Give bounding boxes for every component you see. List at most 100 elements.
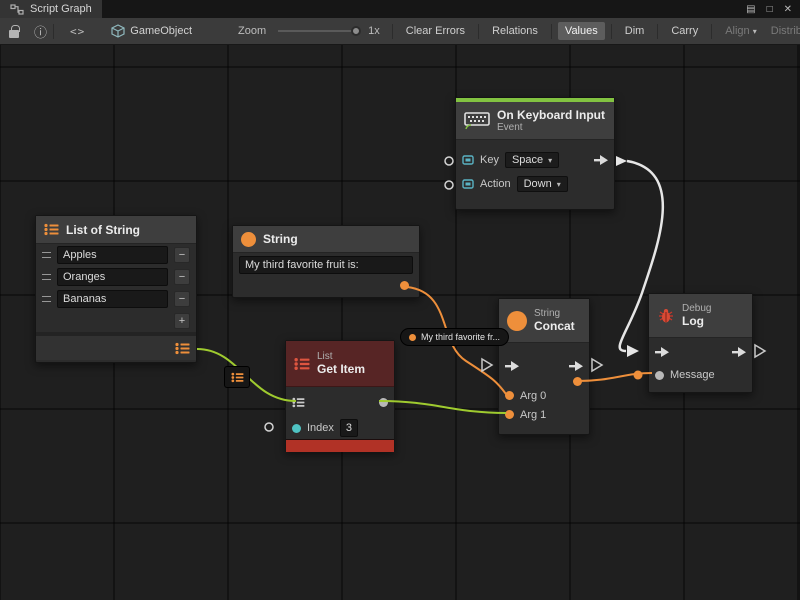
list-item-field[interactable]: Apples (57, 246, 168, 264)
gameobject-icon (111, 24, 125, 38)
remove-item-button[interactable]: − (174, 291, 190, 307)
action-value: Down (524, 178, 552, 190)
drag-handle-icon[interactable] (42, 252, 51, 258)
edit-code-icon[interactable]: <> (70, 25, 85, 38)
clear-errors-button[interactable]: Clear Errors (399, 22, 472, 40)
key-value: Space (512, 154, 543, 166)
result-output-port[interactable] (573, 377, 582, 386)
node-concat[interactable]: String Concat Arg 0 (498, 298, 590, 435)
message-input-port[interactable] (655, 371, 664, 380)
node-header[interactable]: String Concat (499, 299, 589, 343)
action-port-row: Action Down ▾ (456, 172, 614, 196)
bug-icon (657, 308, 675, 324)
string-output-port[interactable] (400, 281, 409, 290)
align-button[interactable]: Align ▾ (718, 22, 764, 40)
add-item-button[interactable]: + (174, 313, 190, 329)
node-on-keyboard-input[interactable]: On Keyboard Input Event Key Space ▾ (455, 97, 615, 210)
string-type-icon (241, 232, 256, 247)
string-value-field[interactable]: My third favorite fruit is: (239, 256, 413, 274)
zoom-label: Zoom (238, 25, 266, 37)
node-category: String (534, 308, 575, 319)
zoom-slider-knob[interactable] (351, 26, 361, 36)
node-debug-log[interactable]: Debug Log Message (648, 293, 753, 393)
window-menu-icon[interactable]: ▤ (746, 4, 755, 15)
index-row: Index 3 (286, 417, 394, 439)
list-output-port[interactable] (175, 342, 190, 355)
flow-out-port[interactable] (732, 347, 746, 357)
graph-canvas[interactable]: On Keyboard Input Event Key Space ▾ (0, 45, 800, 600)
string-output-row (233, 275, 419, 295)
string-type-icon (409, 334, 416, 341)
index-label: Index (307, 422, 334, 434)
node-header[interactable]: List of String (36, 216, 196, 244)
flow-in-port[interactable] (505, 361, 519, 371)
toolbar-separator (551, 24, 552, 39)
node-header[interactable]: List Get Item (286, 341, 394, 387)
distribute-button[interactable]: Distribute ▾ (764, 22, 800, 40)
keycode-type-icon (462, 154, 474, 166)
values-button[interactable]: Values (558, 22, 605, 40)
tab-script-graph[interactable]: Script Graph (0, 0, 102, 18)
key-dropdown[interactable]: Space ▾ (505, 152, 559, 168)
node-body: Key Space ▾ Action (456, 140, 614, 196)
unconnected-flow-stub (592, 359, 602, 371)
flow-in-port[interactable] (655, 347, 669, 357)
action-dropdown[interactable]: Down ▾ (517, 176, 568, 192)
node-title: Concat (534, 319, 575, 333)
script-graph-icon (10, 4, 24, 15)
chevron-down-icon: ▾ (548, 156, 552, 165)
info-icon[interactable]: ⓘ (34, 22, 47, 41)
unconnected-flow-stub (755, 345, 765, 357)
node-list-of-string[interactable]: List of String Apples − Oranges − Banana… (35, 215, 197, 363)
list-input-port[interactable] (292, 397, 305, 408)
arg0-label: Arg 0 (520, 390, 546, 402)
chevron-down-icon: ▾ (557, 180, 561, 189)
node-get-item[interactable]: List Get Item Index 3 (285, 340, 395, 452)
gameobject-selector[interactable]: GameObject (111, 24, 192, 38)
maximize-icon[interactable]: □ (767, 4, 773, 15)
message-row: Message (649, 364, 752, 386)
zoom-value: 1x (368, 25, 380, 37)
remove-item-button[interactable]: − (174, 247, 190, 263)
list-accent-strip (286, 439, 394, 452)
unconnected-flow-stub (482, 359, 492, 371)
wire-getitem-to-concat-arg1[interactable] (379, 401, 506, 413)
action-label: Action (480, 178, 511, 190)
flow-out-port[interactable] (594, 155, 608, 165)
flow-connection-arrow (627, 345, 639, 357)
key-label: Key (480, 154, 499, 166)
arg0-input-port[interactable] (505, 391, 514, 400)
drag-handle-icon[interactable] (42, 296, 51, 302)
carry-button[interactable]: Carry (664, 22, 705, 40)
window-controls: ▤ □ ✕ (738, 0, 800, 18)
item-output-port[interactable] (379, 398, 388, 407)
drag-handle-icon[interactable] (42, 274, 51, 280)
flow-out-port[interactable] (569, 361, 583, 371)
node-header[interactable]: Debug Log (649, 294, 752, 338)
node-header[interactable]: String (233, 226, 419, 253)
node-string-literal[interactable]: String My third favorite fruit is: (232, 225, 420, 298)
list-item-row: Oranges − (36, 266, 196, 288)
arg1-input-port[interactable] (505, 410, 514, 419)
list-output-row (36, 332, 196, 360)
dim-button[interactable]: Dim (618, 22, 652, 40)
index-input-port[interactable] (292, 424, 301, 433)
node-title: List of String (66, 223, 140, 237)
wire-value-dot (634, 371, 643, 380)
tab-title: Script Graph (30, 3, 92, 15)
list-item-field[interactable]: Oranges (57, 268, 168, 286)
flow-row (499, 353, 589, 379)
node-title: Log (682, 314, 711, 328)
remove-item-button[interactable]: − (174, 269, 190, 285)
zoom-slider[interactable] (278, 30, 358, 32)
list-item-field[interactable]: Bananas (57, 290, 168, 308)
node-header[interactable]: On Keyboard Input Event (456, 102, 614, 140)
close-icon[interactable]: ✕ (784, 4, 792, 15)
relations-button[interactable]: Relations (485, 22, 545, 40)
node-subtitle: Event (497, 122, 605, 133)
lock-icon[interactable] (9, 30, 19, 38)
toolbar-separator (478, 24, 479, 39)
toolbar-separator (711, 24, 712, 39)
list-icon (44, 223, 59, 236)
index-field[interactable]: 3 (340, 419, 358, 437)
